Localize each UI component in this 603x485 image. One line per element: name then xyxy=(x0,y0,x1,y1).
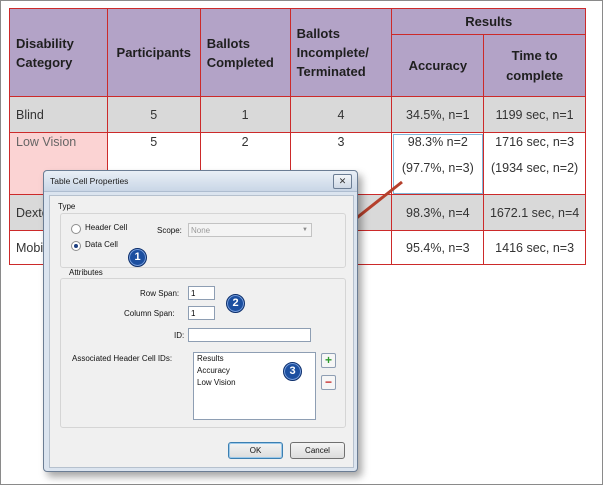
scope-value: None xyxy=(191,226,211,235)
ok-button[interactable]: OK xyxy=(228,442,283,459)
scope-select[interactable]: None ▼ xyxy=(188,223,312,237)
step-badge-1: 1 xyxy=(128,248,147,267)
header-cell-radio[interactable] xyxy=(71,224,81,234)
scope-label: Scope: xyxy=(157,226,182,235)
step-badge-2: 2 xyxy=(226,294,245,313)
cancel-button[interactable]: Cancel xyxy=(290,442,345,459)
close-button[interactable]: ✕ xyxy=(333,174,352,189)
data-cell-radio[interactable] xyxy=(71,241,81,251)
dialog-body: Type Header Cell Data Cell Scope: None ▼… xyxy=(49,195,354,468)
attributes-group-label: Attributes xyxy=(69,268,103,277)
row-span-input[interactable]: 1 xyxy=(188,286,215,300)
associated-header-ids-list[interactable]: Results Accuracy Low Vision xyxy=(193,352,316,420)
column-span-label: Column Span: xyxy=(124,309,175,318)
id-label: ID: xyxy=(174,331,185,340)
header-cell-label: Header Cell xyxy=(85,223,128,232)
row-span-label: Row Span: xyxy=(140,289,180,298)
step-badge-3: 3 xyxy=(283,362,302,381)
type-group-label: Type xyxy=(58,202,76,211)
associated-header-ids-label: Associated Header Cell IDs: xyxy=(72,354,173,363)
column-span-input[interactable]: 1 xyxy=(188,306,215,320)
id-input[interactable] xyxy=(188,328,311,342)
dialog-title: Table Cell Properties xyxy=(44,171,357,192)
remove-header-id-button[interactable]: − xyxy=(321,375,336,390)
data-cell-label: Data Cell xyxy=(85,240,118,249)
chevron-down-icon: ▼ xyxy=(302,227,308,233)
table-cell-properties-dialog: Table Cell Properties ✕ Type Header Cell… xyxy=(43,170,358,472)
add-header-id-button[interactable]: + xyxy=(321,353,336,368)
